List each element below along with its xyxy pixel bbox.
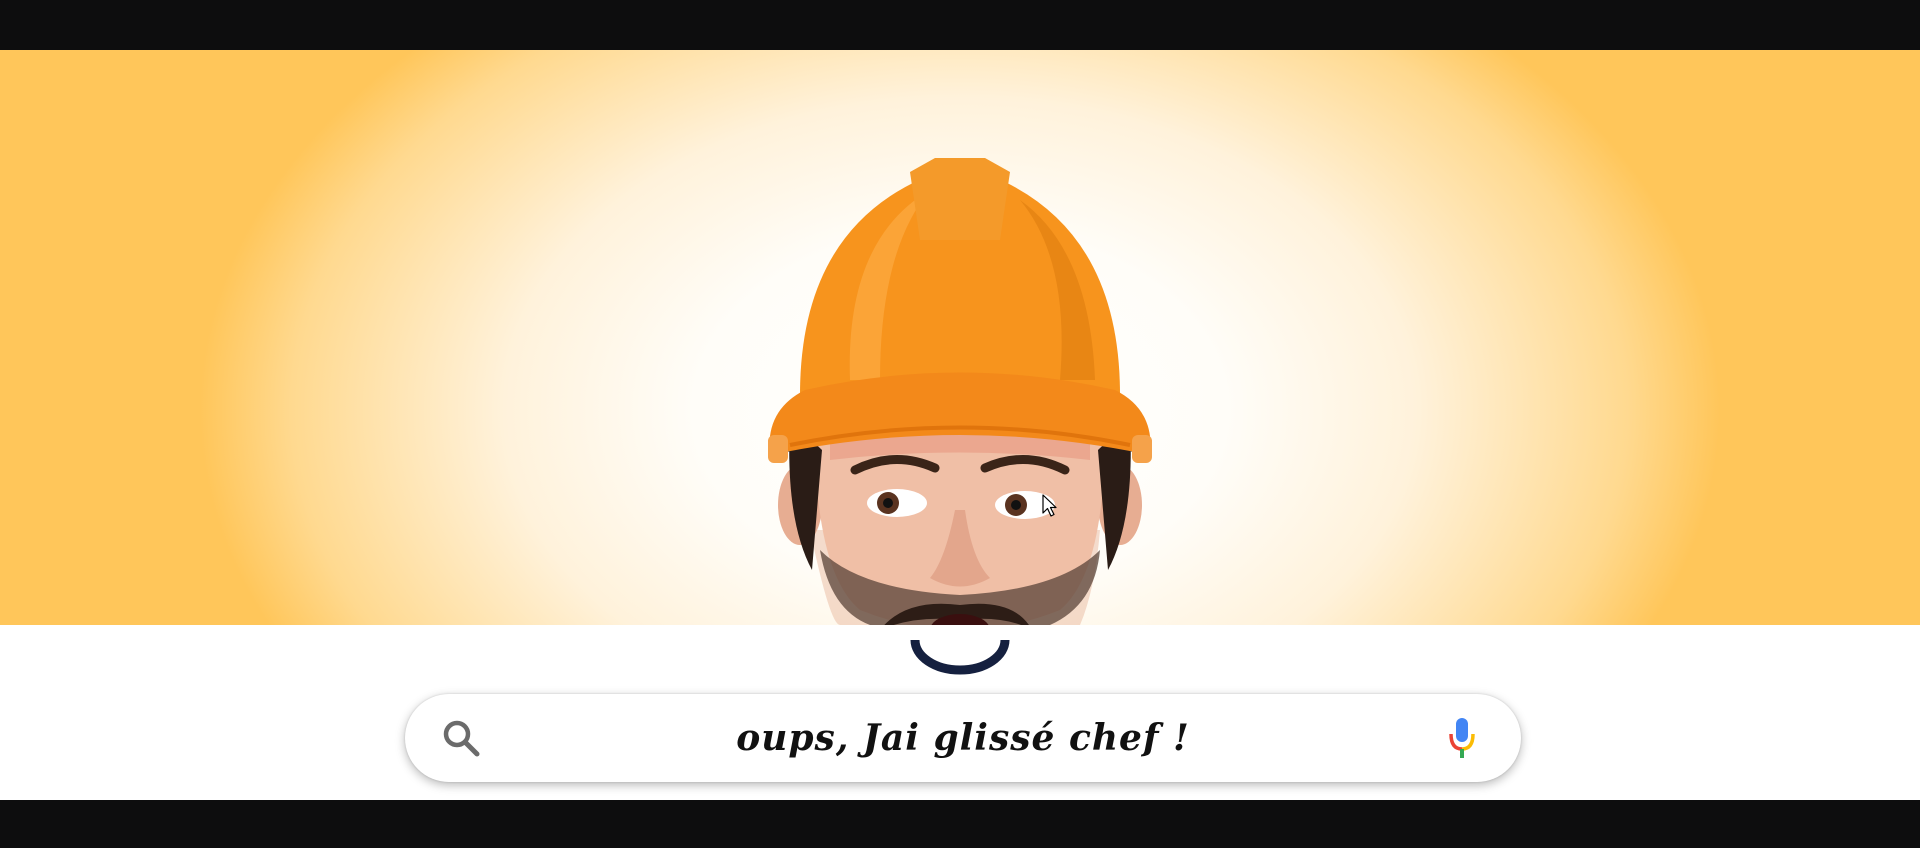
hero-banner (0, 50, 1920, 625)
loading-spinner-icon (910, 640, 1010, 675)
search-icon[interactable] (441, 718, 481, 758)
search-query-text[interactable]: oups, Jai glissé chef ! (505, 694, 1421, 782)
mouse-cursor-icon (1042, 494, 1057, 517)
construction-worker-illustration (768, 158, 1152, 625)
bottom-letterbox-bar (0, 800, 1920, 848)
microphone-icon[interactable] (1447, 716, 1477, 760)
search-bar[interactable]: oups, Jai glissé chef ! (405, 694, 1521, 782)
top-letterbox-bar (0, 0, 1920, 50)
